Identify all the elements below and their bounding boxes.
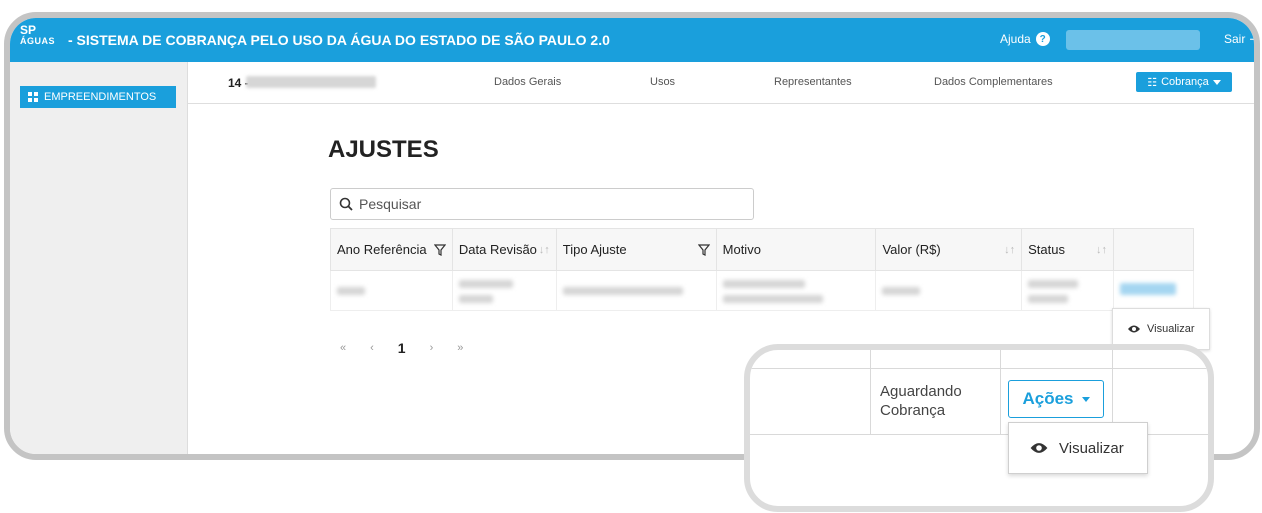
logo-line2: ÁGUAS	[20, 36, 56, 46]
sub-navigation: 14 - Dados Gerais Usos Representantes Da…	[188, 62, 1254, 104]
column-label: Motivo	[722, 242, 761, 257]
tab-representantes[interactable]: Representantes	[774, 76, 852, 88]
column-label: Status	[1028, 242, 1065, 257]
column-label: Tipo Ajuste	[562, 242, 627, 257]
checklist-icon: ☷	[1147, 76, 1158, 89]
logo-line1: SP	[20, 23, 37, 37]
logout-icon: ⇥	[1249, 32, 1260, 46]
top-bar: SP ÁGUAS - SISTEMA DE COBRANÇA PELO USO …	[10, 18, 1254, 62]
acoes-label: Ações	[1022, 389, 1074, 408]
tab-dados-gerais[interactable]: Dados Gerais	[494, 76, 561, 88]
pagination-first[interactable]: «	[340, 342, 346, 354]
sidebar-item-label: EMPREENDIMENTOS	[44, 91, 157, 103]
sort-icon[interactable]: ↓↑	[1004, 244, 1015, 256]
pagination-prev[interactable]: ‹	[370, 342, 374, 354]
cell-redacted	[875, 270, 1023, 311]
caret-down-icon	[1081, 396, 1090, 402]
table-row	[330, 270, 1194, 311]
table-header-row: Ano Referência Data Revisão ↓↑ Tipo Ajus…	[330, 228, 1194, 271]
status-cell: Aguardando Cobrança	[880, 382, 962, 420]
divider	[870, 350, 871, 434]
column-label: Ano Referência	[337, 242, 427, 257]
pagination-current[interactable]: 1	[398, 340, 406, 356]
eye-icon	[1030, 443, 1048, 453]
sort-icon[interactable]: ↓↑	[1096, 244, 1107, 256]
pagination-last[interactable]: »	[457, 342, 463, 354]
pagination-next[interactable]: ›	[430, 342, 434, 354]
acoes-button[interactable]: Ações	[1008, 380, 1104, 418]
logout-link[interactable]: Sair ⇥	[1224, 32, 1260, 46]
pagination: « ‹ 1 › »	[340, 340, 463, 356]
page-title: AJUSTES	[328, 136, 439, 163]
divider	[750, 368, 1208, 369]
filter-icon[interactable]	[433, 243, 446, 256]
visualizar-label: Visualizar	[1147, 323, 1195, 335]
help-label: Ajuda	[1000, 32, 1031, 46]
tab-usos[interactable]: Usos	[650, 76, 675, 88]
user-name-redacted	[1066, 30, 1200, 50]
caret-down-icon	[1212, 79, 1221, 85]
column-motivo[interactable]: Motivo	[715, 228, 877, 271]
status-line1: Aguardando	[880, 383, 962, 400]
sidebar: EMPREENDIMENTOS	[10, 62, 188, 454]
app-title: - SISTEMA DE COBRANÇA PELO USO DA ÁGUA D…	[68, 32, 610, 48]
help-link[interactable]: Ajuda ?	[1000, 32, 1050, 46]
column-data-revisao[interactable]: Data Revisão ↓↑	[451, 228, 557, 271]
column-valor[interactable]: Valor (R$) ↓↑	[875, 228, 1023, 271]
search-icon	[339, 197, 353, 211]
sort-icon[interactable]: ↓↑	[539, 244, 550, 256]
cell-redacted	[451, 270, 557, 311]
cell-redacted	[555, 270, 717, 311]
eye-icon	[1128, 325, 1140, 333]
visualizar-label: Visualizar	[1059, 439, 1124, 457]
divider	[1000, 350, 1001, 434]
logout-label: Sair	[1224, 32, 1246, 46]
column-label: Data Revisão	[458, 242, 537, 257]
column-tipo-ajuste[interactable]: Tipo Ajuste	[555, 228, 717, 271]
filter-icon[interactable]	[697, 243, 710, 256]
status-line2: Cobrança	[880, 402, 946, 419]
sidebar-item-empreendimentos[interactable]: EMPREENDIMENTOS	[20, 86, 176, 108]
visualizar-menu-item[interactable]: Visualizar	[1008, 422, 1148, 474]
tab-dados-complementares[interactable]: Dados Complementares	[934, 76, 1053, 88]
enterprise-name-redacted	[246, 76, 376, 88]
question-icon: ?	[1035, 32, 1050, 46]
grid-icon	[28, 92, 38, 102]
zoom-callout: Aguardando Cobrança Ações Visualizar	[744, 344, 1214, 512]
cell-redacted	[715, 270, 877, 311]
column-acoes	[1113, 228, 1194, 271]
search-field[interactable]	[330, 188, 754, 220]
column-status[interactable]: Status ↓↑	[1021, 228, 1115, 271]
sp-aguas-logo: SP ÁGUAS	[20, 24, 56, 54]
cell-redacted	[1021, 270, 1115, 311]
search-input[interactable]	[359, 196, 739, 212]
cobranca-label: Cobrança	[1161, 76, 1209, 88]
cell-redacted	[330, 270, 453, 311]
column-label: Valor (R$)	[882, 242, 941, 257]
ajustes-table: Ano Referência Data Revisão ↓↑ Tipo Ajus…	[330, 228, 1194, 311]
acoes-button-blurred[interactable]	[1113, 270, 1194, 311]
column-ano-referencia[interactable]: Ano Referência	[330, 228, 453, 271]
cobranca-dropdown-button[interactable]: ☷ Cobrança	[1136, 72, 1232, 92]
